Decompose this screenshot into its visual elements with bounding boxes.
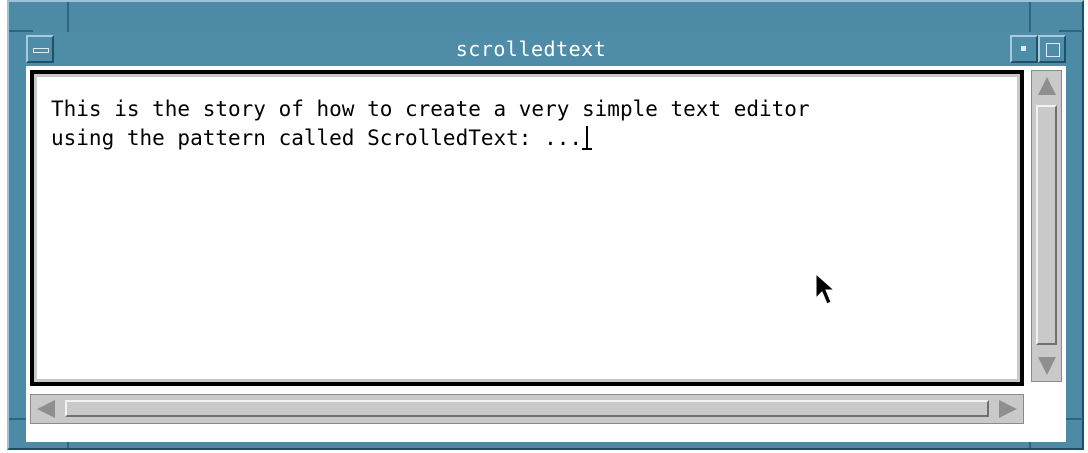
window-menu-icon [33, 48, 49, 53]
scrolled-text-frame: This is the story of how to create a ver… [30, 70, 1024, 386]
maximize-button[interactable] [1038, 35, 1066, 63]
frame-corner-line [1029, 2, 1031, 32]
window-title: scrolledtext [455, 37, 607, 61]
horizontal-scrollbar[interactable] [30, 394, 1024, 424]
text-line-1: This is the story of how to create a ver… [51, 97, 810, 121]
minimize-icon [1021, 46, 1026, 51]
title-bar[interactable]: scrolledtext [26, 32, 1066, 66]
vertical-scroll-thumb[interactable] [1036, 105, 1057, 345]
arrow-up-icon[interactable] [1038, 77, 1056, 95]
arrow-right-icon[interactable] [999, 400, 1017, 418]
mouse-pointer-icon [815, 272, 836, 305]
text-editor-area[interactable]: This is the story of how to create a ver… [37, 77, 1017, 379]
vertical-scrollbar[interactable] [1031, 70, 1062, 382]
ibeam-cursor-icon [582, 124, 593, 152]
minimize-button[interactable] [1010, 35, 1038, 63]
arrow-down-icon[interactable] [1038, 357, 1056, 375]
text-line-2: using the pattern called ScrolledText: .… [51, 126, 583, 150]
window-menu-button[interactable] [26, 35, 54, 63]
arrow-left-icon[interactable] [37, 400, 55, 418]
maximize-icon [1046, 43, 1060, 57]
window-client-area: This is the story of how to create a ver… [26, 66, 1066, 442]
frame-corner-line [67, 2, 69, 32]
horizontal-scroll-thumb[interactable] [65, 400, 989, 417]
